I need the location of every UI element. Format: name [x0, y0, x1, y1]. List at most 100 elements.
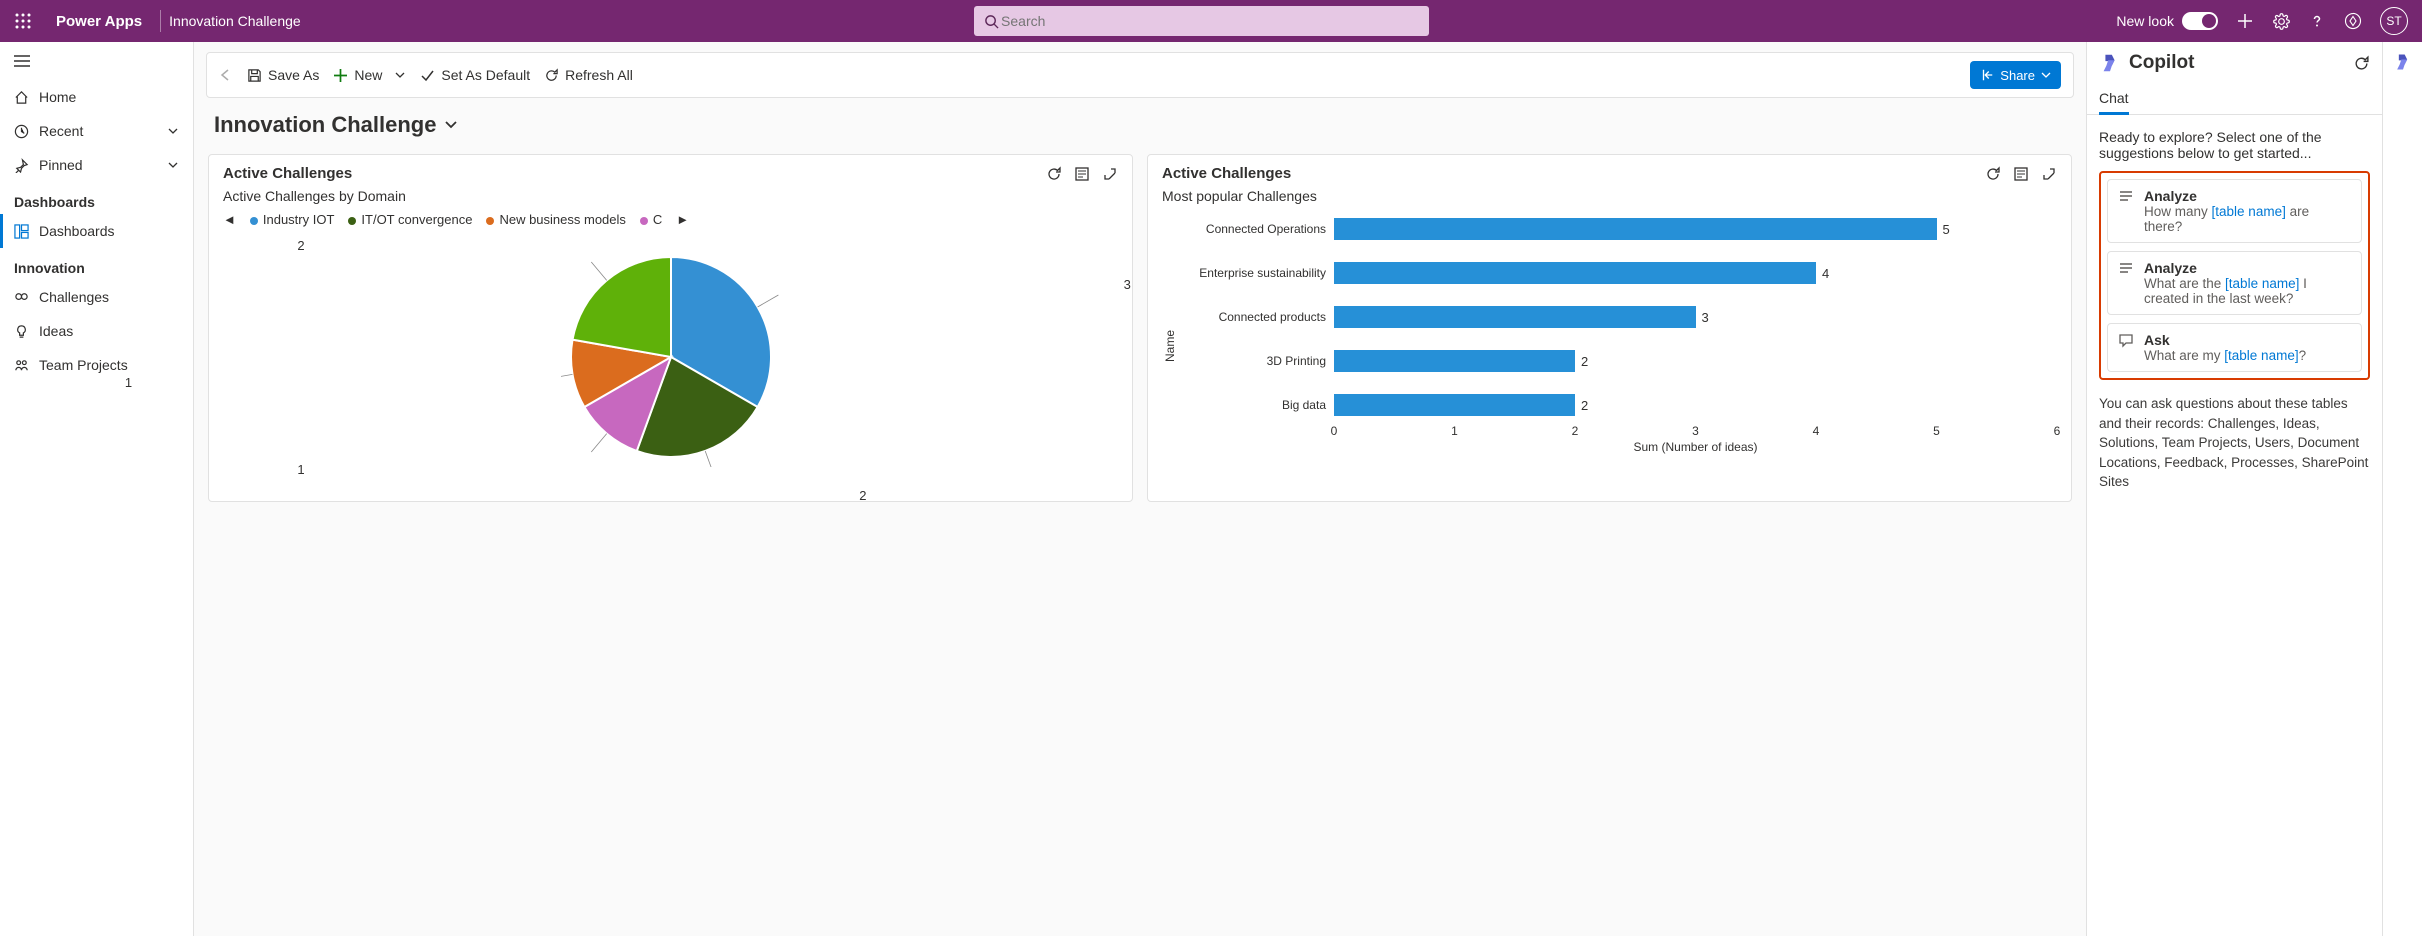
pie-chart[interactable]: 32112: [223, 227, 1118, 487]
chevron-down-icon: [167, 125, 179, 137]
legend-item[interactable]: New business models: [486, 212, 625, 227]
left-nav: Home Recent Pinned Dashboards Dashboards…: [0, 42, 194, 936]
nav-challenges-label: Challenges: [39, 289, 109, 305]
pie-legend: ◄ Industry IOT IT/OT convergence New bus…: [223, 212, 1118, 227]
share-label: Share: [2000, 68, 2035, 83]
suggestion-2[interactable]: Analyze What are the [table name] I crea…: [2107, 251, 2362, 315]
tab-chat[interactable]: Chat: [2099, 90, 2129, 115]
brand-title: Power Apps: [46, 13, 152, 30]
bar-category: Big data: [1178, 398, 1334, 412]
refresh-icon[interactable]: [1046, 166, 1062, 182]
nav-ideas-label: Ideas: [39, 323, 73, 339]
pie-slice-label: 2: [859, 488, 866, 503]
settings-icon[interactable]: [2272, 12, 2290, 30]
ask-icon: [2118, 332, 2134, 363]
bar-fill: [1334, 262, 1816, 284]
search-icon: [984, 14, 999, 29]
copilot-footer-text: You can ask questions about these tables…: [2099, 394, 2370, 492]
nav-pinned-label: Pinned: [39, 157, 83, 173]
nav-team-projects[interactable]: Team Projects: [0, 348, 193, 382]
user-avatar[interactable]: ST: [2380, 7, 2408, 35]
legend-item[interactable]: IT/OT convergence: [348, 212, 472, 227]
bar-fill: [1334, 218, 1937, 240]
nav-dashboards[interactable]: Dashboards: [0, 214, 193, 248]
nav-recent-label: Recent: [39, 123, 83, 139]
challenges-icon: [14, 290, 29, 305]
card1-title: Active Challenges: [223, 165, 352, 182]
save-as-button[interactable]: Save As: [247, 67, 319, 83]
expand-icon[interactable]: [2041, 166, 2057, 182]
copilot-intro: Ready to explore? Select one of the sugg…: [2099, 129, 2370, 161]
bar-category: Connected Operations: [1178, 222, 1334, 236]
refresh-all-label: Refresh All: [565, 67, 633, 83]
section-innovation: Innovation: [0, 248, 193, 280]
team-icon: [14, 358, 29, 373]
search-input[interactable]: [999, 12, 1419, 30]
bar-value: 2: [1581, 398, 1588, 413]
bar-category: Enterprise sustainability: [1178, 266, 1334, 280]
bar-row[interactable]: 3D Printing 2: [1178, 350, 2057, 372]
header-right: New look ST: [2102, 7, 2422, 35]
hamburger-icon[interactable]: [0, 42, 193, 80]
new-look-toggle[interactable]: New look: [2116, 12, 2218, 30]
nav-home[interactable]: Home: [0, 80, 193, 114]
share-button[interactable]: Share: [1970, 61, 2061, 89]
copilot-title: Copilot: [2129, 52, 2194, 74]
refresh-icon[interactable]: [1985, 166, 2001, 182]
nav-team-projects-label: Team Projects: [39, 357, 128, 373]
x-tick: 2: [1572, 424, 1579, 438]
copilot-panel: Copilot Chat Ready to explore? Select on…: [2086, 42, 2382, 936]
copilot-suggestions-highlight: Analyze How many [table name] are there?…: [2099, 171, 2370, 380]
app-launcher-icon[interactable]: [0, 0, 46, 42]
x-axis-ticks: 0123456: [1334, 424, 2057, 438]
set-default-label: Set As Default: [441, 67, 530, 83]
nav-recent[interactable]: Recent: [0, 114, 193, 148]
new-look-label: New look: [2116, 13, 2174, 29]
bar-value: 2: [1581, 354, 1588, 369]
legend-prev-icon[interactable]: ◄: [223, 212, 236, 227]
check-icon: [420, 68, 435, 83]
x-tick: 4: [1813, 424, 1820, 438]
clock-icon: [14, 124, 29, 139]
copilot-rail-icon[interactable]: [2393, 52, 2413, 72]
refresh-icon[interactable]: [2353, 55, 2370, 72]
suggestion-body: What are my [table name]?: [2144, 348, 2306, 363]
help-icon[interactable]: [2308, 12, 2326, 30]
nav-ideas[interactable]: Ideas: [0, 314, 193, 348]
legend-item[interactable]: Industry IOT: [250, 212, 335, 227]
copilot-icon: [2099, 52, 2121, 74]
legend-next-icon[interactable]: ►: [676, 212, 689, 227]
nav-challenges[interactable]: Challenges: [0, 280, 193, 314]
nav-pinned[interactable]: Pinned: [0, 148, 193, 182]
bar-row[interactable]: Enterprise sustainability4: [1178, 262, 2057, 284]
suggestion-title: Analyze: [2144, 260, 2351, 276]
search-box[interactable]: [974, 6, 1429, 36]
card2-subtitle: Most popular Challenges: [1162, 188, 2057, 204]
pie-slice-label: 1: [297, 462, 304, 477]
bar-row[interactable]: Big data 2: [1178, 394, 2057, 416]
home-icon: [14, 90, 29, 105]
toggle-switch-icon[interactable]: [2182, 12, 2218, 30]
suggestion-3[interactable]: Ask What are my [table name]?: [2107, 323, 2362, 372]
bar-chart[interactable]: Connected Operations5 Enterprise sustaina…: [1178, 218, 2057, 416]
set-default-button[interactable]: Set As Default: [420, 67, 530, 83]
bar-row[interactable]: Connected Operations5: [1178, 218, 2057, 240]
page-title[interactable]: Innovation Challenge: [194, 98, 2086, 142]
header-separator: [160, 10, 161, 32]
apps-icon[interactable]: [2344, 12, 2362, 30]
view-records-icon[interactable]: [2013, 166, 2029, 182]
add-icon[interactable]: [2236, 12, 2254, 30]
legend-item[interactable]: C: [640, 212, 662, 227]
expand-icon[interactable]: [1102, 166, 1118, 182]
dashboard-icon: [14, 224, 29, 239]
refresh-all-button[interactable]: Refresh All: [544, 67, 633, 83]
new-button[interactable]: New: [333, 67, 406, 83]
idea-icon: [14, 324, 29, 339]
view-records-icon[interactable]: [1074, 166, 1090, 182]
pie-slice-label: 1: [125, 375, 132, 390]
nav-dashboards-label: Dashboards: [39, 223, 115, 239]
x-axis-label: Sum (Number of ideas): [1178, 440, 2057, 454]
bar-category: 3D Printing: [1178, 354, 1334, 368]
bar-row[interactable]: Connected products3: [1178, 306, 2057, 328]
suggestion-1[interactable]: Analyze How many [table name] are there?: [2107, 179, 2362, 243]
